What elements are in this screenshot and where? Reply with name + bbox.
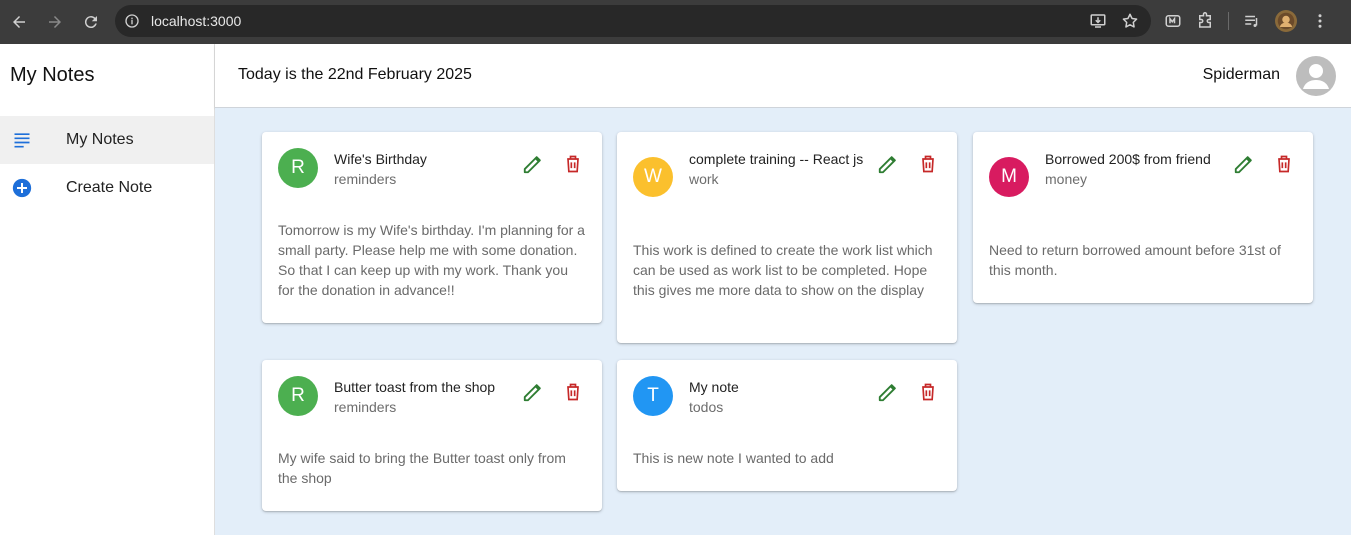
note-category: todos (689, 399, 724, 415)
toolbar-divider (1228, 12, 1229, 30)
note-avatar: R (278, 148, 318, 188)
notes-list-icon (14, 133, 30, 148)
note-title-text: Butter toast from the shop (334, 379, 496, 395)
note-title: Butter toast from the shop reminders (334, 377, 514, 417)
delete-trash-icon[interactable] (563, 153, 583, 175)
edit-pencil-icon[interactable] (522, 153, 544, 175)
note-avatar: W (633, 157, 673, 197)
username: Spiderman (1202, 66, 1280, 83)
user-avatar[interactable] (1296, 56, 1336, 96)
note-avatar: R (278, 376, 318, 416)
app-header: Today is the 22nd February 2025 Spiderma… (215, 44, 1351, 108)
date-text: Today is the 22nd February 2025 (238, 66, 472, 83)
note-title: complete training -- React js work (689, 149, 869, 189)
note-avatar: M (989, 157, 1029, 197)
note-body: Tomorrow is my Wife's birthday. I'm plan… (278, 222, 585, 298)
extension-m-icon[interactable] (1164, 12, 1182, 30)
media-queue-icon[interactable] (1243, 12, 1261, 30)
sidebar-item-my-notes[interactable]: My Notes (0, 116, 214, 164)
note-category: reminders (334, 171, 397, 187)
back-arrow-icon (13, 16, 25, 28)
browser-menu-icon[interactable] (1311, 12, 1329, 30)
note-title: Borrowed 200$ from friend money (1045, 149, 1225, 189)
note-avatar: T (633, 376, 673, 416)
delete-trash-icon[interactable] (1274, 153, 1294, 175)
note-body: This is new note I wanted to add (633, 450, 834, 466)
note-title-text: complete training -- React js (689, 151, 864, 167)
edit-pencil-icon[interactable] (522, 381, 544, 403)
note-category: money (1045, 171, 1088, 187)
add-circle-icon (12, 178, 32, 198)
notes-grid: R Wife's Birthday reminders Tomorrow is … (215, 108, 1351, 535)
note-card: R Butter toast from the shop reminders M… (262, 360, 602, 511)
back-button[interactable] (5, 8, 33, 36)
delete-trash-icon[interactable] (563, 381, 583, 403)
forward-button[interactable] (41, 8, 69, 36)
note-body: Need to return borrowed amount before 31… (989, 242, 1281, 278)
profile-picture-icon (1277, 12, 1295, 30)
site-info-icon[interactable] (124, 13, 140, 29)
note-card: T My note todos This is new note I wante… (617, 360, 957, 491)
note-card: R Wife's Birthday reminders Tomorrow is … (262, 132, 602, 323)
delete-trash-icon[interactable] (918, 381, 938, 403)
note-category: work (689, 171, 719, 187)
install-app-icon[interactable] (1089, 12, 1107, 30)
edit-pencil-icon[interactable] (1233, 153, 1255, 175)
bookmark-star-icon[interactable] (1121, 12, 1139, 30)
browser-toolbar: localhost:3000 (0, 0, 1351, 44)
url-text[interactable]: localhost:3000 (151, 13, 241, 29)
profile-avatar[interactable] (1275, 10, 1297, 32)
sidebar: My Notes My Notes Create Note (0, 44, 215, 535)
note-card: M Borrowed 200$ from friend money Need t… (973, 132, 1313, 303)
sidebar-item-create-note[interactable]: Create Note (0, 164, 214, 212)
person-icon (1303, 64, 1329, 89)
note-title-text: Wife's Birthday (334, 151, 427, 167)
forward-arrow-icon (49, 16, 61, 28)
note-title-text: My note (689, 379, 739, 395)
note-title-text: Borrowed 200$ from friend (1045, 151, 1211, 167)
note-title: My note todos (689, 377, 869, 417)
address-bar[interactable]: localhost:3000 (115, 5, 1151, 37)
reload-button[interactable] (77, 8, 105, 36)
note-body: This work is defined to create the work … (633, 242, 933, 298)
sidebar-item-label: My Notes (66, 131, 134, 148)
edit-pencil-icon[interactable] (877, 381, 899, 403)
edit-pencil-icon[interactable] (877, 153, 899, 175)
note-title: Wife's Birthday reminders (334, 149, 514, 189)
browser-actions (1164, 10, 1329, 32)
app-title: My Notes (10, 64, 95, 86)
delete-trash-icon[interactable] (918, 153, 938, 175)
reload-icon (84, 16, 97, 29)
note-card: W complete training -- React js work Thi… (617, 132, 957, 343)
note-body: My wife said to bring the Butter toast o… (278, 450, 566, 486)
sidebar-item-label: Create Note (66, 179, 153, 196)
extensions-puzzle-icon[interactable] (1196, 12, 1214, 30)
note-category: reminders (334, 399, 397, 415)
